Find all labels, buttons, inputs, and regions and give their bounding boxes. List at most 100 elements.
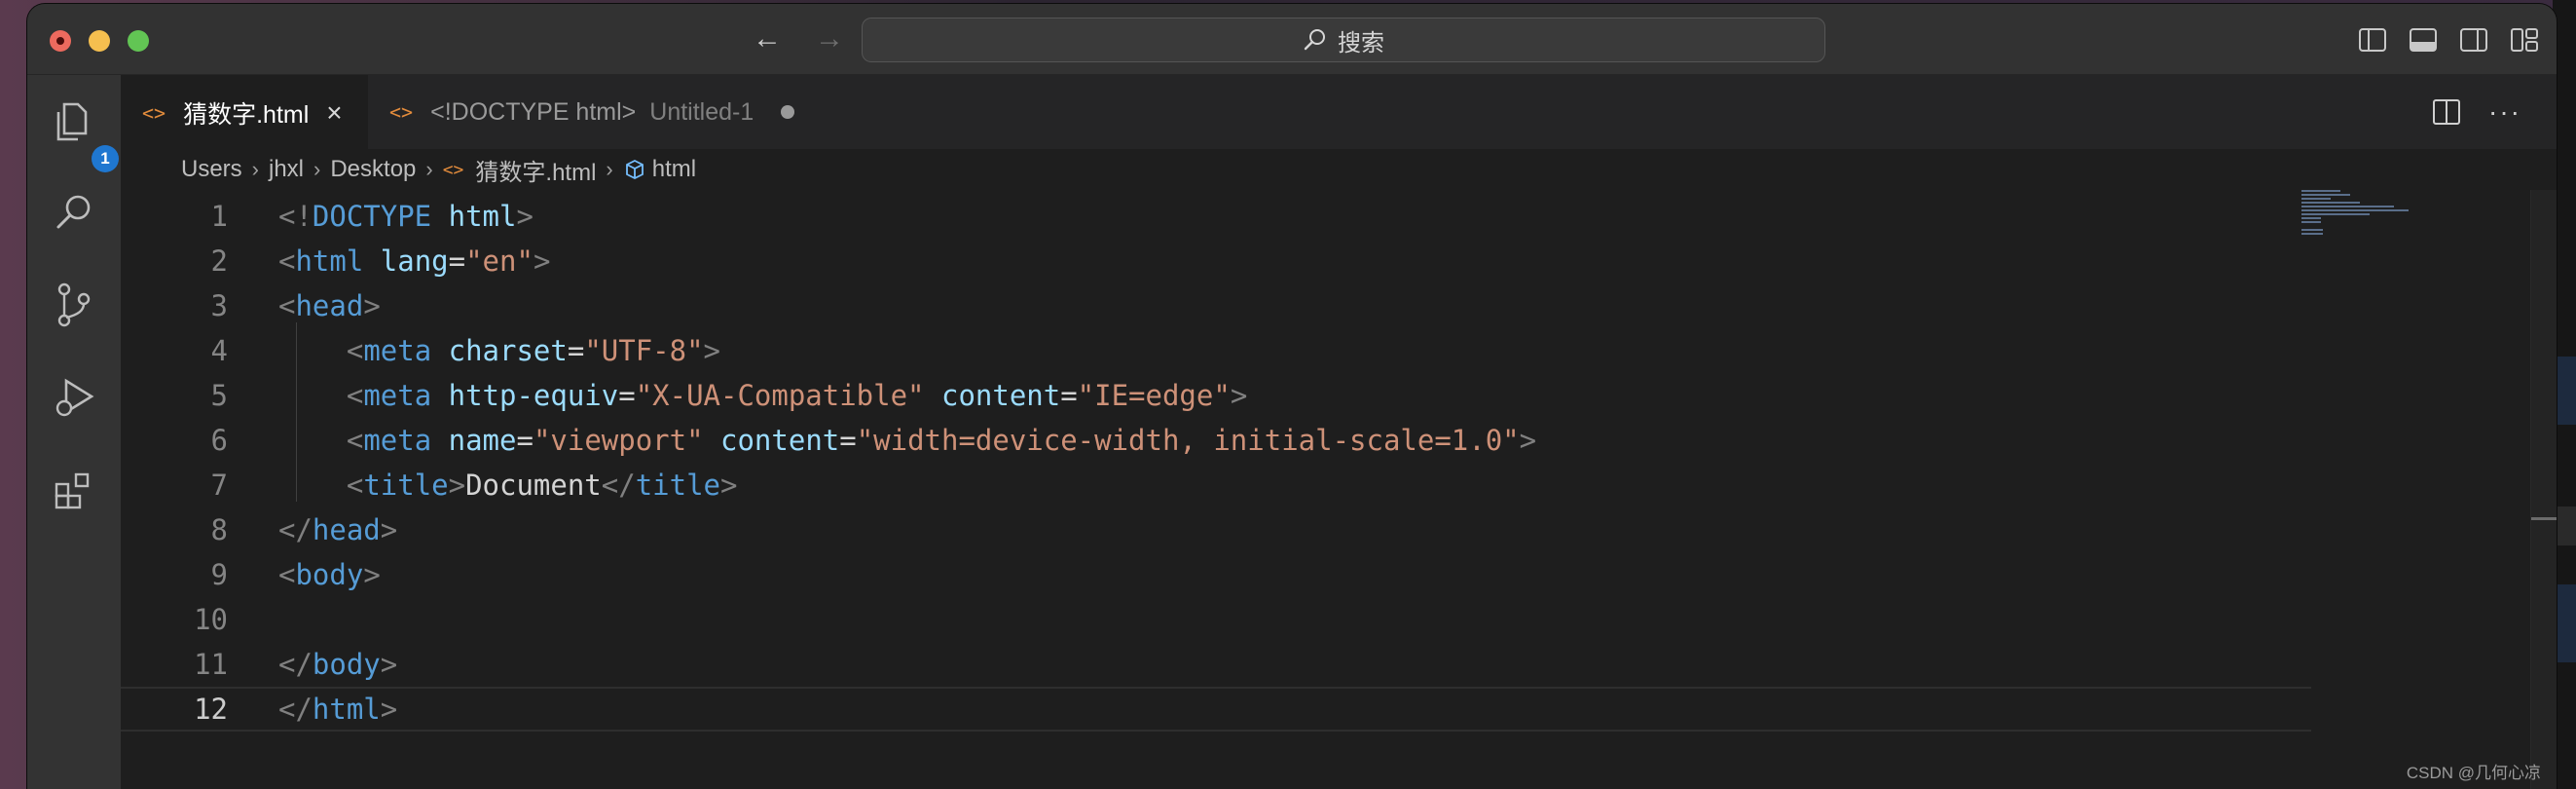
code-line[interactable]: 7 <title>Document</title> (121, 463, 2311, 507)
chevron-right-icon: › (251, 157, 259, 181)
explorer-icon[interactable]: 1 (49, 96, 119, 172)
tab-subtitle: Untitled-1 (649, 97, 754, 126)
command-search-box[interactable]: 搜索 (862, 18, 1825, 62)
code-token: </ (601, 469, 636, 502)
code-token: > (380, 513, 398, 546)
minimize-window-button[interactable] (89, 30, 110, 52)
customize-layout-icon[interactable] (2510, 27, 2539, 53)
split-editor-icon[interactable] (2432, 98, 2461, 126)
code-token: > (516, 200, 534, 233)
code-token: head (312, 513, 381, 546)
explorer-badge: 1 (92, 145, 119, 172)
search-icon[interactable] (49, 188, 99, 239)
run-and-debug-icon[interactable] (49, 371, 99, 422)
code-text: <html lang="en"> (278, 244, 550, 278)
code-token: Document (465, 469, 602, 502)
code-token: > (448, 469, 466, 502)
code-token: > (1519, 424, 1537, 457)
tab-guess-number-html[interactable]: <> 猜数字.html × (121, 75, 368, 149)
code-token: "IE=edge" (1077, 379, 1231, 412)
vertical-scrollbar[interactable] (2530, 190, 2557, 789)
source-control-icon[interactable] (49, 280, 99, 330)
code-token: body (295, 558, 364, 591)
toggle-primary-sidebar-icon[interactable] (2358, 27, 2387, 53)
code-token: </ (278, 693, 313, 726)
code-token: "en" (465, 244, 534, 278)
code-token: > (380, 648, 398, 681)
code-line[interactable]: 11 </body> (121, 642, 2311, 687)
zoom-window-button[interactable] (128, 30, 149, 52)
more-actions-icon[interactable]: ··· (2488, 96, 2521, 128)
tab-untitled-1[interactable]: <> <!DOCTYPE html> Untitled-1 (368, 75, 812, 149)
code-line[interactable]: 3 <head> (121, 283, 2311, 328)
code-token: = (1060, 379, 1078, 412)
code-line[interactable]: 1 <!DOCTYPE html> (121, 194, 2311, 239)
chevron-right-icon: › (313, 157, 321, 181)
code-token: > (380, 693, 398, 726)
forward-arrow-icon[interactable]: → (812, 21, 847, 56)
code-line[interactable]: 5 <meta http-equiv="X-UA-Compatible" con… (121, 373, 2311, 418)
code-token: < (278, 244, 296, 278)
code-line[interactable]: 9 <body> (121, 552, 2311, 597)
code-line[interactable]: 2 <html lang="en"> (121, 239, 2311, 283)
code-token: content (720, 424, 840, 457)
code-token: lang (380, 244, 449, 278)
code-token: http-equiv (448, 379, 619, 412)
code-token: </ (278, 648, 313, 681)
code-token: html (295, 244, 364, 278)
breadcrumb: Users › jhxl › Desktop › <> 猜数字.html › h… (121, 149, 2557, 190)
code-token: < (346, 469, 364, 502)
code-token: "viewport" (533, 424, 704, 457)
code-line[interactable]: 4 <meta charset="UTF-8"> (121, 328, 2311, 373)
title-bar: ← → 搜索 (27, 4, 2557, 75)
line-number: 12 (194, 693, 228, 726)
close-tab-icon[interactable]: × (326, 97, 342, 129)
code-token: > (363, 558, 381, 591)
breadcrumb-item[interactable]: Users (181, 156, 242, 183)
code-token: </ (278, 513, 313, 546)
code-token: = (516, 424, 534, 457)
close-window-button[interactable] (50, 30, 71, 52)
code-line[interactable]: 12 </html> (121, 687, 2311, 732)
code-token: "width=device-width, initial-scale=1.0" (856, 424, 1520, 457)
code-line[interactable]: 6 <meta name="viewport" content="width=d… (121, 418, 2311, 463)
code-editor[interactable]: 1 <!DOCTYPE html> 2 <html lang="en"> 3 <head>… (121, 190, 2557, 789)
html-file-icon: <> (142, 101, 166, 125)
toggle-secondary-sidebar-icon[interactable] (2459, 27, 2488, 53)
unsaved-dot-icon[interactable] (781, 105, 795, 119)
breadcrumb-item[interactable]: jhxl (269, 156, 304, 183)
code-token: > (703, 334, 720, 367)
watermark: CSDN @几何心凉 (2406, 764, 2541, 782)
minimap[interactable] (2301, 190, 2418, 248)
code-token: < (278, 558, 296, 591)
code-line[interactable]: 10 (121, 597, 2311, 642)
search-icon (1304, 29, 1325, 51)
breadcrumb-item[interactable]: 猜数字.html (475, 153, 596, 187)
breadcrumb-item[interactable]: Desktop (330, 156, 416, 183)
line-number: 4 (210, 334, 228, 367)
line-number: 11 (194, 648, 228, 681)
code-text: </body> (278, 648, 397, 681)
code-token: head (295, 289, 364, 322)
code-token: content (940, 379, 1061, 412)
code-token: < (346, 334, 364, 367)
back-arrow-icon[interactable]: ← (750, 21, 785, 56)
code-token: "UTF-8" (584, 334, 704, 367)
code-token: < (278, 289, 296, 322)
breadcrumb-item[interactable]: html (652, 156, 696, 183)
line-number: 7 (210, 469, 228, 502)
code-token: body (312, 648, 381, 681)
line-number: 5 (210, 379, 228, 412)
code-line[interactable]: 8 </head> (121, 507, 2311, 552)
toggle-panel-icon[interactable] (2409, 27, 2438, 53)
extensions-icon[interactable] (49, 463, 99, 513)
code-text: </head> (278, 513, 397, 546)
code-text: <!DOCTYPE html> (278, 200, 534, 233)
chevron-right-icon: › (606, 157, 613, 181)
